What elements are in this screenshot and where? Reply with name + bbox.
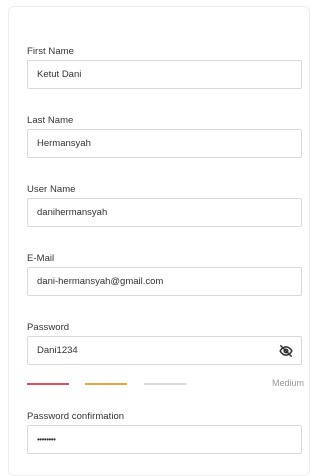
password-confirmation-input[interactable]: •••••••• xyxy=(27,425,302,454)
password-value: Dani1234 xyxy=(37,345,78,356)
first-name-value: Ketut Dani xyxy=(37,69,82,80)
strength-bar-2 xyxy=(85,383,127,385)
strength-bar-1 xyxy=(27,383,69,385)
user-name-input[interactable]: danihermansyah xyxy=(27,198,302,227)
password-confirmation-field: Password confirmation •••••••• xyxy=(27,411,302,454)
password-confirmation-value: •••••••• xyxy=(37,435,56,444)
last-name-value: Hermansyah xyxy=(37,138,91,149)
email-label: E-Mail xyxy=(27,253,55,264)
email-input[interactable]: dani-hermansyah@gmail.com xyxy=(27,267,302,296)
first-name-field: First Name Ketut Dani xyxy=(27,46,302,89)
last-name-label: Last Name xyxy=(27,115,74,126)
email-field: E-Mail dani-hermansyah@gmail.com xyxy=(27,253,302,296)
first-name-label: First Name xyxy=(27,46,74,57)
strength-bar-3 xyxy=(144,383,186,385)
eye-slash-icon[interactable] xyxy=(278,343,294,359)
first-name-input[interactable]: Ketut Dani xyxy=(27,60,302,89)
password-strength-label: Medium xyxy=(271,378,304,388)
password-input[interactable]: Dani1234 xyxy=(27,336,302,365)
password-field: Password Dani1234 Medium xyxy=(27,322,304,388)
password-strength-meter: Medium xyxy=(27,377,304,389)
email-value: dani-hermansyah@gmail.com xyxy=(37,276,164,287)
user-name-field: User Name danihermansyah xyxy=(27,184,302,227)
last-name-input[interactable]: Hermansyah xyxy=(27,129,302,158)
password-confirmation-label: Password confirmation xyxy=(27,411,125,422)
user-name-value: danihermansyah xyxy=(37,207,108,218)
user-name-label: User Name xyxy=(27,184,76,195)
last-name-field: Last Name Hermansyah xyxy=(27,115,302,158)
register-form-card: First Name Ketut Dani Last Name Hermansy… xyxy=(8,6,310,476)
password-label: Password xyxy=(27,322,70,333)
